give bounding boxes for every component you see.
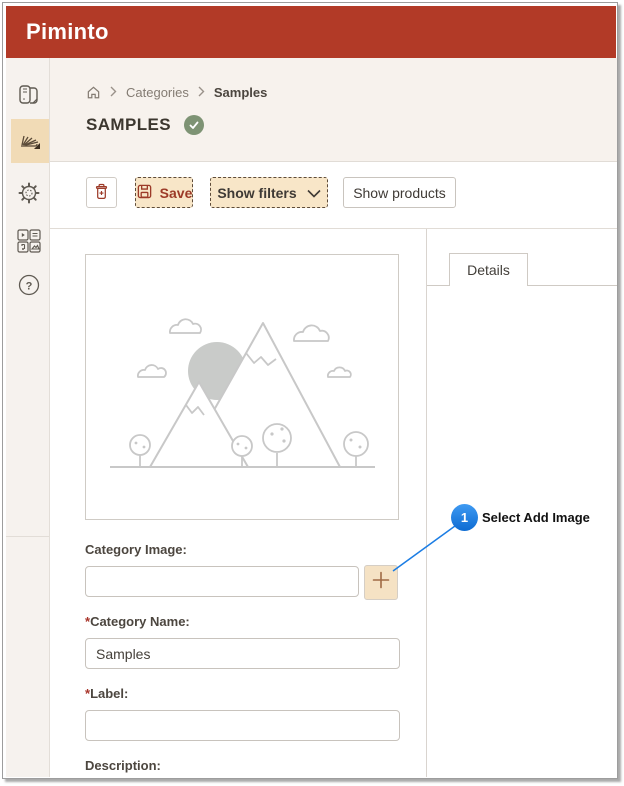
description-label: Description: (85, 758, 161, 773)
page-heading-section: Categories Samples SAMPLES (50, 58, 617, 161)
category-name-label: *Category Name: (85, 614, 190, 629)
sidebar: ? (6, 58, 50, 777)
chevron-down-icon (307, 185, 321, 201)
add-image-button[interactable] (364, 565, 398, 600)
delete-button[interactable] (86, 177, 117, 208)
show-filters-button[interactable]: Show filters (210, 177, 328, 208)
book-icon (16, 82, 42, 113)
show-filters-label: Show filters (217, 184, 297, 201)
show-products-button[interactable]: Show products (343, 177, 456, 208)
save-icon (136, 183, 153, 203)
category-name-input[interactable] (85, 638, 400, 669)
label-input[interactable] (85, 710, 400, 741)
sidebar-item-catalog[interactable] (14, 82, 44, 112)
page-title: SAMPLES (86, 115, 171, 134)
image-placeholder-art (110, 318, 375, 468)
breadcrumb: Categories Samples (86, 85, 267, 100)
label-field-label: *Label: (85, 686, 129, 701)
breadcrumb-categories[interactable]: Categories (126, 85, 189, 100)
toolbar-divider (50, 228, 617, 229)
chevron-right-icon (198, 85, 205, 100)
app-header: Piminto (6, 6, 616, 58)
breadcrumb-samples: Samples (213, 85, 268, 100)
svg-text:?: ? (26, 280, 33, 292)
save-button-label: Save (159, 184, 193, 201)
trash-icon (92, 182, 111, 204)
save-button[interactable]: Save (135, 177, 193, 208)
callout-text: Select Add Image (482, 510, 590, 525)
check-badge-icon (183, 115, 204, 135)
media-grid-icon (15, 227, 43, 260)
help-icon: ? (15, 271, 43, 304)
callout-step-badge: 1 (451, 504, 478, 531)
sidebar-item-help[interactable]: ? (14, 272, 44, 302)
tab-details[interactable]: Details (449, 253, 528, 286)
sidebar-item-settings[interactable] (14, 180, 44, 210)
pane-divider (426, 229, 427, 777)
tab-details-label: Details (467, 262, 510, 278)
category-image-input[interactable] (85, 566, 359, 597)
plus-icon (371, 570, 391, 595)
gear-icon (16, 180, 42, 211)
categories-icon (16, 125, 44, 158)
category-image-preview (85, 254, 399, 520)
toolbar: Save Show filters Show products (50, 162, 617, 228)
app-title: Piminto (26, 19, 109, 44)
sidebar-divider (6, 536, 49, 537)
category-image-label: Category Image: (85, 542, 187, 557)
app-window: Piminto ? Categories Samples SAMPLES Sav… (2, 2, 618, 779)
home-icon[interactable] (86, 85, 101, 100)
sidebar-item-media[interactable] (14, 228, 44, 258)
chevron-right-icon (110, 85, 117, 100)
sidebar-item-categories[interactable] (11, 119, 49, 163)
show-products-label: Show products (353, 184, 446, 201)
